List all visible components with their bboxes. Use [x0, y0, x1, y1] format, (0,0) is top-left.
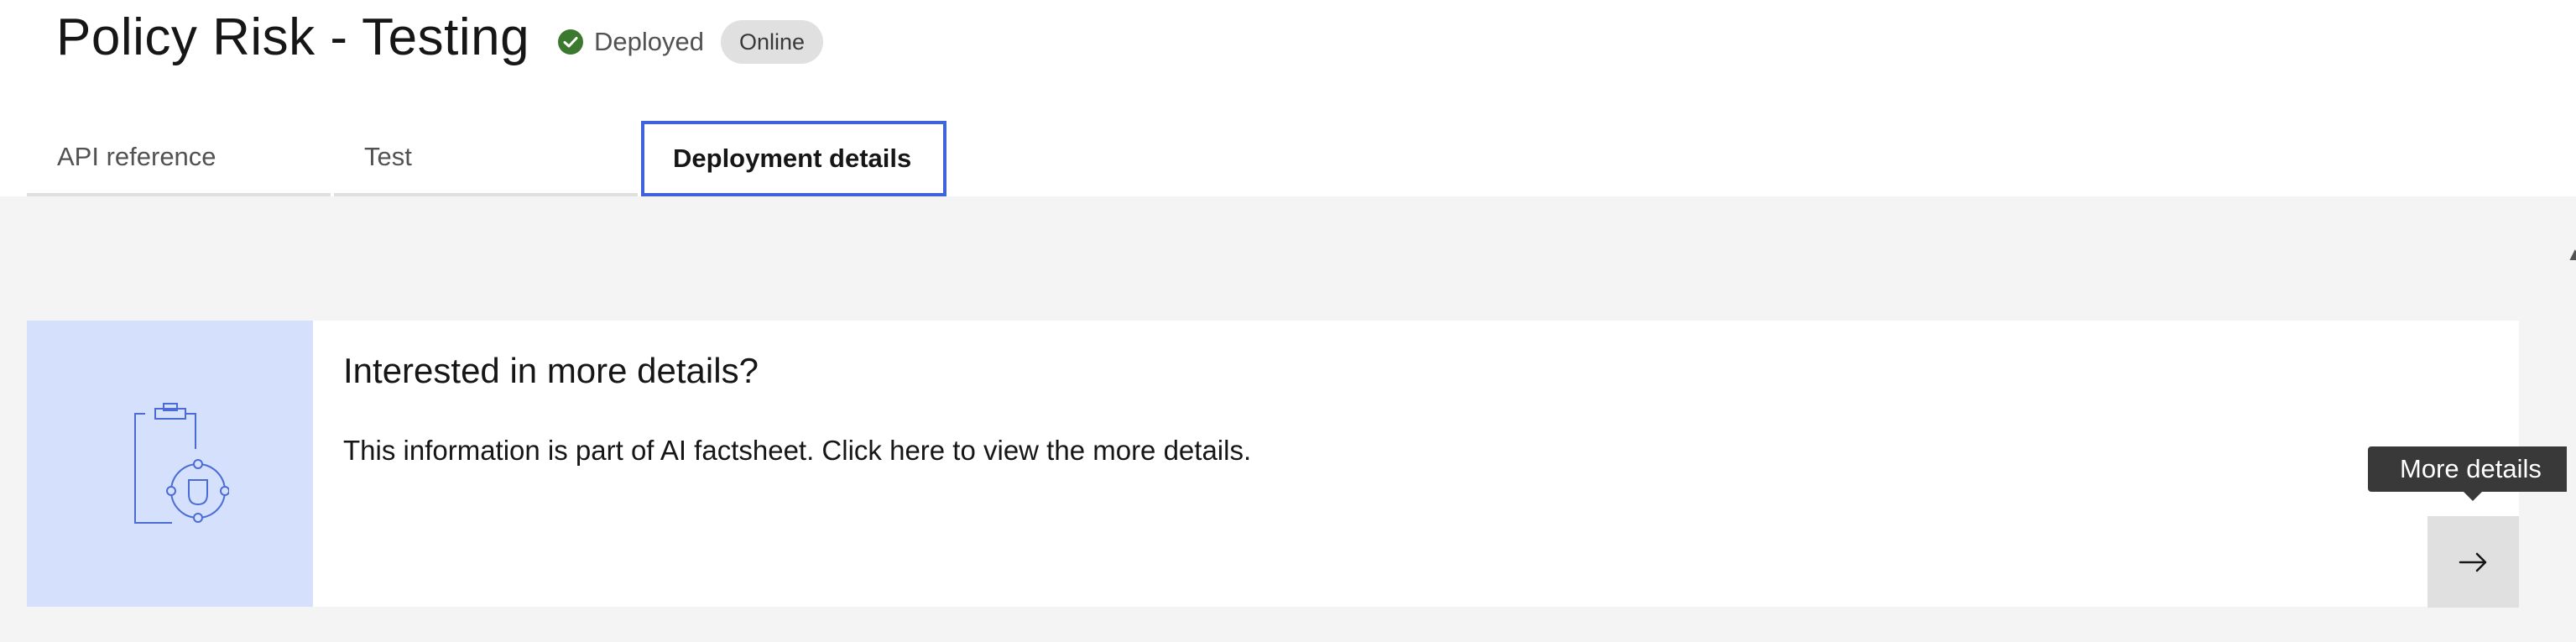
deployment-status: Deployed	[557, 27, 704, 57]
status-area: Deployed Online	[557, 18, 824, 65]
tab-deployment-details[interactable]: Deployment details	[641, 121, 946, 196]
status-label: Deployed	[594, 27, 704, 56]
page-header: Policy Risk - Testing Deployed Online	[0, 0, 2576, 84]
view-more-details-button[interactable]	[2427, 516, 2519, 608]
tab-panel: ▲ Interested in more details? This infor…	[0, 196, 2576, 642]
clipboard-shield-icon	[133, 402, 229, 524]
page-title: Policy Risk - Testing	[56, 8, 530, 66]
factsheet-card[interactable]: Interested in more details? This informa…	[27, 321, 2519, 607]
tab-api-reference[interactable]: API reference	[27, 121, 331, 196]
checkmark-filled-icon	[557, 29, 584, 55]
card-body: Interested in more details? This informa…	[313, 321, 2519, 607]
online-tag: Online	[720, 20, 824, 64]
tab-list: API reference Test Deployment details	[27, 121, 946, 196]
card-title: Interested in more details?	[343, 351, 759, 390]
card-illustration	[27, 321, 313, 607]
arrow-right-icon	[2459, 552, 2486, 572]
tab-test[interactable]: Test	[334, 121, 638, 196]
scroll-up-icon[interactable]: ▲	[2566, 248, 2576, 260]
more-details-tooltip: More details	[2368, 446, 2567, 492]
tooltip-caret	[2463, 491, 2483, 501]
card-description: This information is part of AI factsheet…	[343, 435, 1252, 466]
